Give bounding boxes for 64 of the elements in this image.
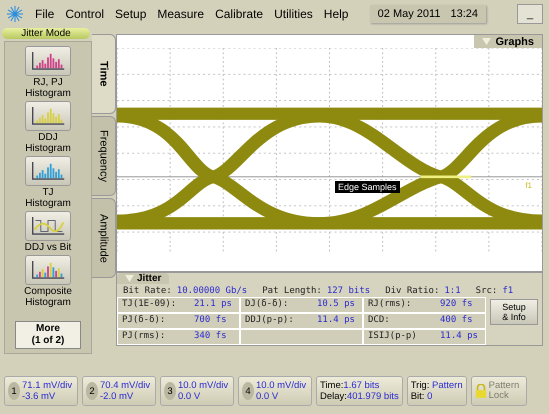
histogram-icon: [30, 105, 66, 127]
vertical-tab[interactable]: Frequency: [92, 116, 116, 196]
metric-label: TJ(1E-09):: [122, 299, 178, 311]
tool-button[interactable]: [25, 46, 71, 76]
jitter-tab[interactable]: Jitter: [117, 273, 170, 284]
metric-value: 11.4 ps: [440, 331, 478, 343]
metric-value: 700 fs: [194, 315, 227, 327]
metric-label: RJ(rms):: [368, 299, 412, 311]
vertical-tab[interactable]: Time: [92, 34, 116, 114]
waveform-chart-icon: [30, 215, 66, 237]
trigger-button[interactable]: Trig: Pattern Bit: 0: [406, 376, 467, 406]
tool-label: Composite Histogram: [23, 286, 73, 308]
triangle-down-icon: [482, 38, 492, 45]
menu-item[interactable]: File: [35, 7, 54, 21]
tool-button[interactable]: [25, 101, 71, 131]
menu-item[interactable]: Help: [324, 7, 348, 21]
tool-button[interactable]: [25, 255, 71, 285]
metric-label: PJ(δ-δ):: [122, 315, 166, 327]
summary-value: 127 bits: [326, 286, 370, 296]
tool-button[interactable]: [25, 156, 71, 186]
date-time-display: 02 May 2011 13:24: [370, 5, 486, 23]
metric-label: ISIJ(p-p): [368, 331, 418, 343]
tool-label: DDJ Histogram: [24, 132, 72, 154]
graphs-tab[interactable]: Graphs: [474, 35, 542, 48]
triangle-down-icon: [125, 275, 134, 282]
menu-item[interactable]: Calibrate: [215, 7, 264, 21]
vertical-tab[interactable]: Amplitude: [92, 198, 116, 278]
histogram-icon: [30, 160, 66, 182]
metric-value: 11.4 ps: [317, 315, 355, 327]
metric-label: DDJ(p-p):: [245, 315, 295, 327]
tool-button[interactable]: [25, 211, 71, 241]
summary-value: 10.00000 Gb/s: [176, 286, 248, 296]
minimize-button[interactable]: _: [517, 4, 543, 24]
metric-value: 400 fs: [440, 315, 473, 327]
padlock-icon: [474, 384, 487, 398]
marker-label: f1: [525, 181, 532, 190]
summary-value: 1:1: [444, 286, 461, 296]
tool-label: DDJ vs Bit: [24, 242, 72, 253]
metric-value: 10.5 ps: [317, 299, 355, 311]
metric-value: 920 fs: [440, 299, 473, 311]
metric-label: DJ(δ-δ):: [245, 299, 290, 311]
metric-value: 21.1 ps: [194, 299, 232, 311]
more-button[interactable]: More (1 of 2): [15, 321, 81, 349]
metric-label: PJ(rms):: [122, 331, 166, 343]
menu-item[interactable]: Utilities: [274, 7, 313, 21]
edge-samples-label: Edge Samples: [335, 181, 400, 193]
histogram-icon: [30, 50, 66, 72]
menu-item[interactable]: Measure: [157, 7, 204, 21]
metric-value: 340 fs: [194, 331, 227, 343]
tool-label: TJ Histogram: [24, 187, 72, 209]
summary-label: Div Ratio:: [385, 286, 440, 296]
tool-label: RJ, PJ Histogram: [24, 77, 72, 99]
timebase-button[interactable]: Time:1.67 bits Delay:401.979 bits: [316, 376, 403, 406]
summary-value: f1: [502, 286, 514, 296]
menu-item[interactable]: Setup: [115, 7, 146, 21]
summary-label: Pat Length:: [262, 286, 322, 296]
metric-label: DCD:: [368, 315, 391, 327]
summary-label: Src:: [476, 286, 498, 296]
mode-label: Jitter Mode: [2, 28, 90, 39]
setup-info-button[interactable]: Setup & Info: [490, 299, 538, 325]
menu-item[interactable]: Control: [65, 7, 104, 21]
histogram-icon: [30, 259, 66, 281]
starburst-logo-icon: [6, 5, 24, 23]
summary-label: Bit Rate:: [123, 286, 172, 296]
